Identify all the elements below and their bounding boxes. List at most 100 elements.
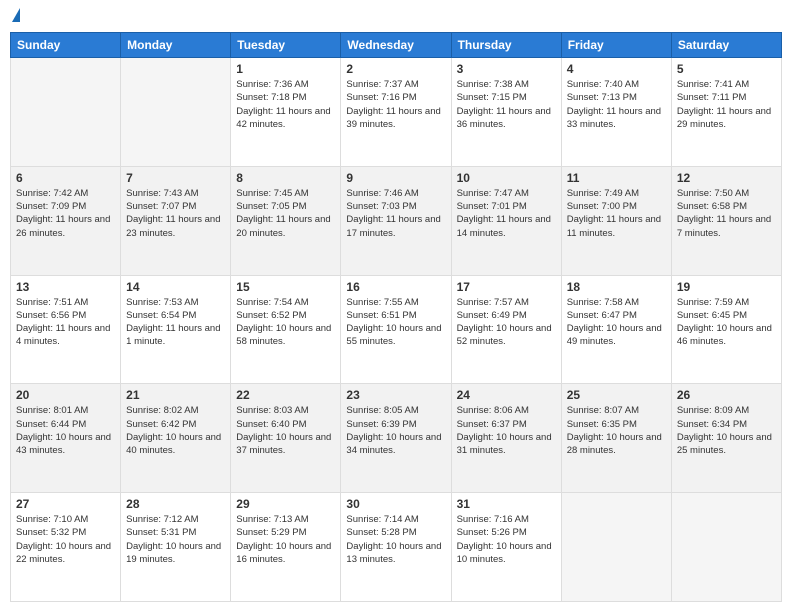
day-number: 31 [457, 497, 556, 511]
day-number: 9 [346, 171, 445, 185]
calendar-cell: 16 Sunrise: 7:55 AMSunset: 6:51 PMDayligh… [341, 275, 451, 384]
day-number: 7 [126, 171, 225, 185]
weekday-header-thursday: Thursday [451, 33, 561, 58]
day-number: 5 [677, 62, 776, 76]
calendar-cell: 25 Sunrise: 8:07 AMSunset: 6:35 PMDayligh… [561, 384, 671, 493]
day-number: 17 [457, 280, 556, 294]
day-info: Sunrise: 8:07 AMSunset: 6:35 PMDaylight:… [567, 404, 666, 457]
day-number: 25 [567, 388, 666, 402]
day-number: 1 [236, 62, 335, 76]
calendar-cell: 8 Sunrise: 7:45 AMSunset: 7:05 PMDaylight… [231, 166, 341, 275]
week-row-2: 13 Sunrise: 7:51 AMSunset: 6:56 PMDayligh… [11, 275, 782, 384]
day-info: Sunrise: 7:51 AMSunset: 6:56 PMDaylight:… [16, 296, 115, 349]
page: SundayMondayTuesdayWednesdayThursdayFrid… [0, 0, 792, 612]
day-number: 22 [236, 388, 335, 402]
weekday-header-tuesday: Tuesday [231, 33, 341, 58]
calendar-cell: 22 Sunrise: 8:03 AMSunset: 6:40 PMDayligh… [231, 384, 341, 493]
day-number: 2 [346, 62, 445, 76]
day-info: Sunrise: 7:55 AMSunset: 6:51 PMDaylight:… [346, 296, 445, 349]
day-number: 23 [346, 388, 445, 402]
calendar-cell: 2 Sunrise: 7:37 AMSunset: 7:16 PMDaylight… [341, 58, 451, 167]
calendar-cell: 18 Sunrise: 7:58 AMSunset: 6:47 PMDayligh… [561, 275, 671, 384]
calendar-cell: 10 Sunrise: 7:47 AMSunset: 7:01 PMDayligh… [451, 166, 561, 275]
calendar-cell: 15 Sunrise: 7:54 AMSunset: 6:52 PMDayligh… [231, 275, 341, 384]
day-info: Sunrise: 7:59 AMSunset: 6:45 PMDaylight:… [677, 296, 776, 349]
day-number: 29 [236, 497, 335, 511]
day-info: Sunrise: 7:45 AMSunset: 7:05 PMDaylight:… [236, 187, 335, 240]
day-number: 8 [236, 171, 335, 185]
day-info: Sunrise: 7:16 AMSunset: 5:26 PMDaylight:… [457, 513, 556, 566]
calendar-cell: 1 Sunrise: 7:36 AMSunset: 7:18 PMDaylight… [231, 58, 341, 167]
day-info: Sunrise: 8:03 AMSunset: 6:40 PMDaylight:… [236, 404, 335, 457]
day-info: Sunrise: 7:47 AMSunset: 7:01 PMDaylight:… [457, 187, 556, 240]
day-info: Sunrise: 8:02 AMSunset: 6:42 PMDaylight:… [126, 404, 225, 457]
day-number: 30 [346, 497, 445, 511]
logo-icon [12, 8, 20, 22]
calendar-table: SundayMondayTuesdayWednesdayThursdayFrid… [10, 32, 782, 602]
day-number: 3 [457, 62, 556, 76]
calendar-cell: 23 Sunrise: 8:05 AMSunset: 6:39 PMDayligh… [341, 384, 451, 493]
day-number: 15 [236, 280, 335, 294]
day-number: 13 [16, 280, 115, 294]
day-info: Sunrise: 8:05 AMSunset: 6:39 PMDaylight:… [346, 404, 445, 457]
day-number: 19 [677, 280, 776, 294]
week-row-0: 1 Sunrise: 7:36 AMSunset: 7:18 PMDaylight… [11, 58, 782, 167]
day-info: Sunrise: 7:13 AMSunset: 5:29 PMDaylight:… [236, 513, 335, 566]
day-number: 18 [567, 280, 666, 294]
calendar-cell: 19 Sunrise: 7:59 AMSunset: 6:45 PMDayligh… [671, 275, 781, 384]
calendar-cell: 20Sunrise: 8:01 AMSunset: 6:44 PMDayligh… [11, 384, 121, 493]
week-row-4: 27 Sunrise: 7:10 AMSunset: 5:32 PMDayligh… [11, 493, 782, 602]
weekday-header-row: SundayMondayTuesdayWednesdayThursdayFrid… [11, 33, 782, 58]
day-info: Sunrise: 8:09 AMSunset: 6:34 PMDaylight:… [677, 404, 776, 457]
day-number: 21 [126, 388, 225, 402]
calendar-cell: 14 Sunrise: 7:53 AMSunset: 6:54 PMDayligh… [121, 275, 231, 384]
day-info: Sunrise: 7:53 AMSunset: 6:54 PMDaylight:… [126, 296, 225, 349]
day-number: 6 [16, 171, 115, 185]
day-number: 14 [126, 280, 225, 294]
logo-text [10, 10, 22, 24]
calendar-cell: 12 Sunrise: 7:50 AMSunset: 6:58 PMDayligh… [671, 166, 781, 275]
day-number: 24 [457, 388, 556, 402]
calendar-cell: 13 Sunrise: 7:51 AMSunset: 6:56 PMDayligh… [11, 275, 121, 384]
calendar-cell: 27 Sunrise: 7:10 AMSunset: 5:32 PMDayligh… [11, 493, 121, 602]
calendar-cell: 28Sunrise: 7:12 AMSunset: 5:31 PMDayligh… [121, 493, 231, 602]
day-info: Sunrise: 7:10 AMSunset: 5:32 PMDaylight:… [16, 513, 115, 566]
weekday-header-saturday: Saturday [671, 33, 781, 58]
week-row-1: 6Sunrise: 7:42 AMSunset: 7:09 PMDaylight… [11, 166, 782, 275]
day-info: Sunrise: 7:12 AMSunset: 5:31 PMDaylight:… [126, 513, 225, 566]
day-number: 16 [346, 280, 445, 294]
calendar-cell: 26Sunrise: 8:09 AMSunset: 6:34 PMDayligh… [671, 384, 781, 493]
week-row-3: 20Sunrise: 8:01 AMSunset: 6:44 PMDayligh… [11, 384, 782, 493]
day-info: Sunrise: 7:37 AMSunset: 7:16 PMDaylight:… [346, 78, 445, 131]
calendar-cell [561, 493, 671, 602]
day-info: Sunrise: 7:54 AMSunset: 6:52 PMDaylight:… [236, 296, 335, 349]
calendar-cell: 5 Sunrise: 7:41 AMSunset: 7:11 PMDaylight… [671, 58, 781, 167]
calendar-cell [11, 58, 121, 167]
day-number: 10 [457, 171, 556, 185]
day-number: 27 [16, 497, 115, 511]
weekday-header-monday: Monday [121, 33, 231, 58]
day-info: Sunrise: 7:41 AMSunset: 7:11 PMDaylight:… [677, 78, 776, 131]
day-info: Sunrise: 7:50 AMSunset: 6:58 PMDaylight:… [677, 187, 776, 240]
calendar-cell [121, 58, 231, 167]
calendar-cell: 11Sunrise: 7:49 AMSunset: 7:00 PMDayligh… [561, 166, 671, 275]
calendar-cell: 4Sunrise: 7:40 AMSunset: 7:13 PMDaylight… [561, 58, 671, 167]
day-number: 4 [567, 62, 666, 76]
day-number: 12 [677, 171, 776, 185]
day-info: Sunrise: 7:49 AMSunset: 7:00 PMDaylight:… [567, 187, 666, 240]
calendar-cell: 17Sunrise: 7:57 AMSunset: 6:49 PMDayligh… [451, 275, 561, 384]
calendar-cell: 29 Sunrise: 7:13 AMSunset: 5:29 PMDayligh… [231, 493, 341, 602]
weekday-header-sunday: Sunday [11, 33, 121, 58]
calendar-cell: 3Sunrise: 7:38 AMSunset: 7:15 PMDaylight… [451, 58, 561, 167]
day-info: Sunrise: 8:01 AMSunset: 6:44 PMDaylight:… [16, 404, 115, 457]
day-info: Sunrise: 7:58 AMSunset: 6:47 PMDaylight:… [567, 296, 666, 349]
day-info: Sunrise: 7:46 AMSunset: 7:03 PMDaylight:… [346, 187, 445, 240]
calendar-cell: 24 Sunrise: 8:06 AMSunset: 6:37 PMDayligh… [451, 384, 561, 493]
day-info: Sunrise: 7:43 AMSunset: 7:07 PMDaylight:… [126, 187, 225, 240]
day-info: Sunrise: 8:06 AMSunset: 6:37 PMDaylight:… [457, 404, 556, 457]
day-info: Sunrise: 7:36 AMSunset: 7:18 PMDaylight:… [236, 78, 335, 131]
calendar-cell: 30 Sunrise: 7:14 AMSunset: 5:28 PMDayligh… [341, 493, 451, 602]
calendar-cell [671, 493, 781, 602]
day-info: Sunrise: 7:14 AMSunset: 5:28 PMDaylight:… [346, 513, 445, 566]
weekday-header-wednesday: Wednesday [341, 33, 451, 58]
